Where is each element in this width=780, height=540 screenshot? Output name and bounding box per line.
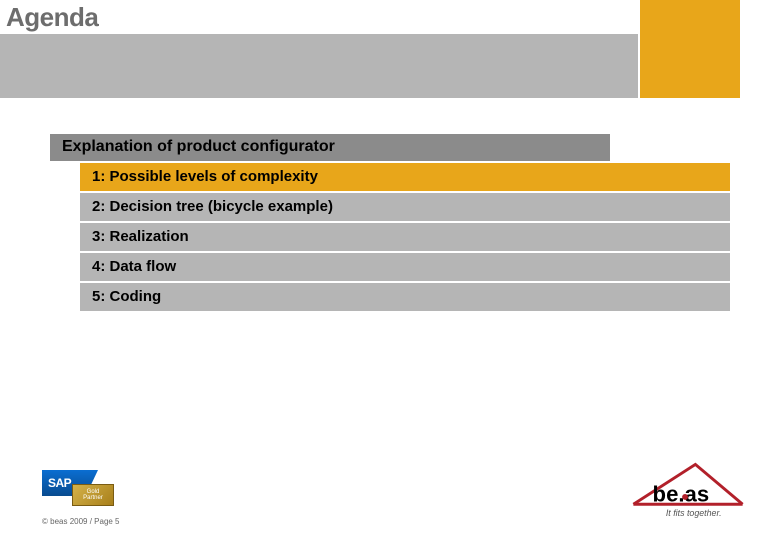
- agenda-item: 1: Possible levels of complexity: [80, 163, 730, 191]
- section-heading: Explanation of product configurator: [50, 134, 610, 161]
- beas-name: be.as: [653, 481, 710, 506]
- sap-logo-text: SAP: [48, 476, 71, 490]
- gold-partner-icon: Gold Partner: [72, 484, 114, 506]
- header-accent-block: [640, 0, 740, 98]
- body-area: Explanation of product configurator 1: P…: [50, 134, 752, 311]
- beas-tagline: It fits together.: [666, 508, 722, 518]
- header-band: [0, 34, 638, 98]
- sap-partner-badge: SAP Gold Partner: [42, 470, 114, 508]
- agenda-item: 2: Decision tree (bicycle example): [80, 193, 730, 221]
- partner-line: Partner: [83, 495, 103, 501]
- agenda-item: 3: Realization: [80, 223, 730, 251]
- beas-dot-icon: [682, 494, 688, 500]
- beas-logo: be.as It fits together.: [628, 460, 748, 522]
- agenda-item: 4: Data flow: [80, 253, 730, 281]
- agenda-list: 1: Possible levels of complexity 2: Deci…: [80, 163, 730, 311]
- agenda-item: 5: Coding: [80, 283, 730, 311]
- copyright-text: © beas 2009 / Page 5: [42, 517, 120, 526]
- slide-title: Agenda: [6, 2, 98, 33]
- slide: Agenda Explanation of product configurat…: [0, 0, 780, 540]
